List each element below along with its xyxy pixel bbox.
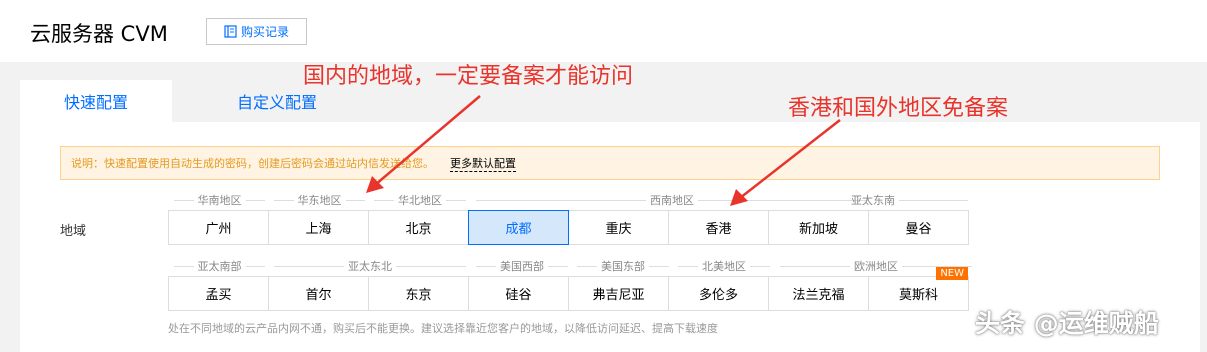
watermark: 头条 @运维贼船 — [975, 309, 1159, 338]
arrow-line-domestic — [374, 95, 481, 186]
arrow-head-overseas — [730, 189, 748, 206]
arrow-line-overseas — [739, 119, 841, 199]
annotation-arrows — [366, 95, 841, 206]
region-option-chengdu[interactable]: 成都 — [468, 210, 569, 245]
